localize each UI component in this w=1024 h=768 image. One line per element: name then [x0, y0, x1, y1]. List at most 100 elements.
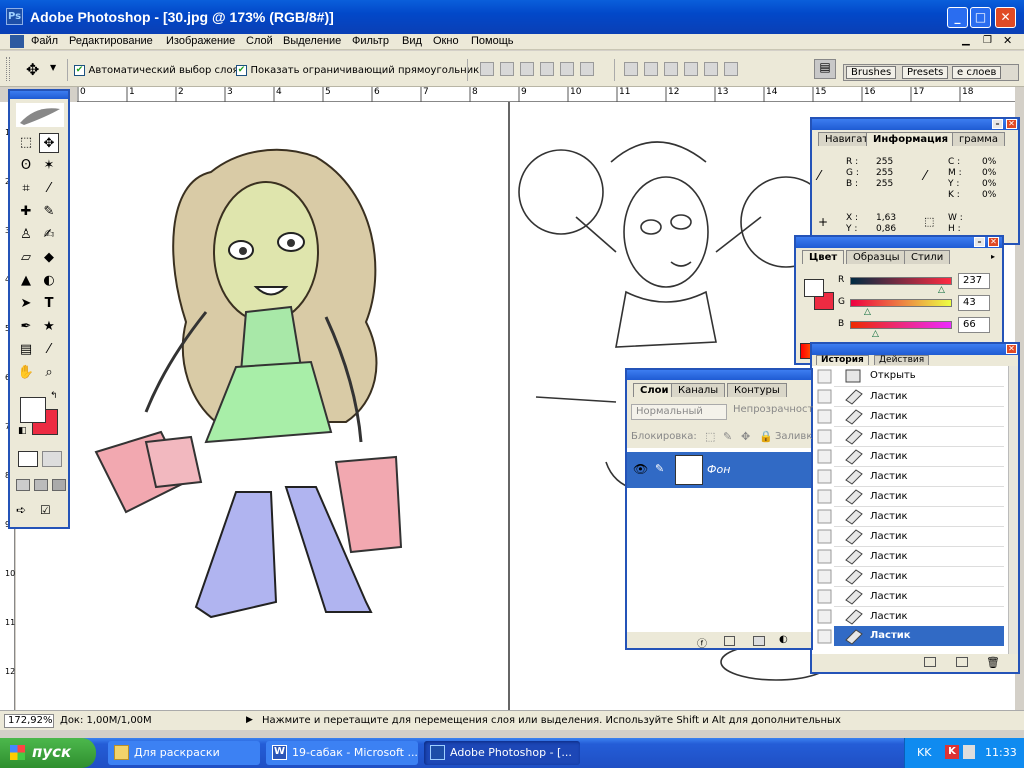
tab-channels[interactable]: Каналы [671, 383, 726, 397]
doc-close-icon[interactable]: ✕ [1003, 34, 1012, 47]
layer-mask-icon[interactable] [724, 636, 735, 646]
tab-swatches[interactable]: Образцы [846, 250, 907, 264]
zoom-field[interactable]: 172,92% [4, 714, 54, 728]
menu-window[interactable]: Окно [433, 35, 459, 47]
palette-tab-presets[interactable]: Presets [902, 66, 949, 79]
tab-layers[interactable]: Слои [633, 383, 676, 397]
magic-wand-tool-icon[interactable]: ✶ [39, 156, 59, 176]
grip-handle[interactable] [6, 57, 10, 81]
layer-row-background[interactable]: 👁 ✎ Фон [627, 452, 811, 488]
history-item[interactable]: Ластик [834, 406, 1004, 426]
history-item[interactable]: Ластик [834, 566, 1004, 586]
r-slider[interactable] [850, 277, 952, 285]
zoom-tool-icon[interactable]: ⌕ [39, 363, 59, 383]
slice-tool-icon[interactable]: ⁄ [39, 179, 59, 199]
new-set-icon[interactable] [753, 636, 765, 646]
align-vcenter-icon[interactable] [500, 62, 514, 76]
auto-select-option[interactable]: ✔ Автоматический выбор слоя [74, 63, 239, 76]
b-slider-thumb-icon[interactable]: △ [872, 329, 879, 339]
notes-tool-icon[interactable]: ▤ [16, 340, 36, 360]
distribute-vcenter-icon[interactable] [644, 62, 658, 76]
auto-select-checkbox[interactable]: ✔ [74, 64, 85, 76]
tab-styles[interactable]: Стили [904, 250, 951, 264]
foreground-color-swatch[interactable] [20, 397, 46, 423]
lasso-tool-icon[interactable]: ʘ [16, 156, 36, 176]
lock-pixels-icon[interactable]: ✎ [723, 430, 732, 443]
minimize-icon[interactable]: – [974, 237, 985, 247]
close-icon[interactable]: ✕ [1006, 119, 1017, 129]
align-right-icon[interactable] [580, 62, 594, 76]
swap-colors-icon[interactable]: ↰ [50, 391, 58, 401]
history-item[interactable]: Ластик [834, 426, 1004, 446]
align-left-icon[interactable] [540, 62, 554, 76]
history-item[interactable]: Ластик [834, 606, 1004, 626]
screen-mode-full-menu-icon[interactable] [34, 479, 48, 491]
history-item-selected[interactable]: Ластик [834, 626, 1004, 646]
eyedropper-tool-icon[interactable]: ⁄ [39, 340, 59, 360]
b-slider[interactable] [850, 321, 952, 329]
menu-file[interactable]: Файл [31, 35, 58, 47]
type-tool-icon[interactable]: T [39, 294, 59, 314]
eraser-tool-icon[interactable]: ▱ [16, 248, 36, 268]
b-input[interactable]: 66 [958, 317, 990, 333]
play-icon[interactable]: ▶ [246, 715, 253, 725]
r-slider-thumb-icon[interactable]: △ [938, 285, 945, 295]
lock-all-icon[interactable]: 🔒 [759, 430, 773, 443]
menu-view[interactable]: Вид [402, 35, 422, 47]
pen-tool-icon[interactable]: ✒ [16, 317, 36, 337]
trash-icon[interactable]: 🗑 [986, 656, 1000, 669]
panel-menu-icon[interactable]: ▸ [991, 252, 995, 261]
align-hcenter-icon[interactable] [560, 62, 574, 76]
task-folder[interactable]: Для раскраски [108, 741, 260, 765]
path-select-icon[interactable]: ➤ [16, 294, 36, 314]
distribute-left-icon[interactable] [684, 62, 698, 76]
distribute-hcenter-icon[interactable] [704, 62, 718, 76]
paint-bucket-icon[interactable]: ◆ [39, 248, 59, 268]
tab-actions[interactable]: Действия [874, 355, 930, 365]
history-item[interactable]: Ластик [834, 466, 1004, 486]
g-slider-thumb-icon[interactable]: △ [864, 307, 871, 317]
show-bounds-checkbox[interactable]: ✔ [236, 64, 247, 76]
clone-stamp-icon[interactable]: ♙ [16, 225, 36, 245]
menu-filter[interactable]: Фильтр [352, 35, 389, 47]
clock[interactable]: 11:33 [985, 746, 1017, 759]
palette-tab-brushes[interactable]: Brushes [846, 66, 897, 79]
minimize-icon[interactable]: – [992, 119, 1003, 129]
screen-mode-full-icon[interactable] [52, 479, 66, 491]
distribute-top-icon[interactable] [624, 62, 638, 76]
tab-history[interactable]: История [816, 355, 869, 365]
snapshot-icon[interactable] [956, 657, 968, 667]
align-top-icon[interactable] [480, 62, 494, 76]
tab-info[interactable]: Информация [866, 132, 955, 146]
close-button[interactable]: ✕ [995, 7, 1016, 28]
quick-mask-icon[interactable] [42, 451, 62, 467]
maximize-button[interactable]: □ [970, 7, 991, 28]
hand-tool-icon[interactable]: ✋ [16, 363, 36, 383]
brush-tool-icon[interactable]: ✎ [39, 202, 59, 222]
history-item-open[interactable]: Открыть [834, 366, 1004, 386]
new-document-icon[interactable] [924, 657, 936, 667]
file-browser-icon[interactable]: ▤ [814, 59, 836, 79]
history-item[interactable]: Ластик [834, 506, 1004, 526]
distribute-right-icon[interactable] [724, 62, 738, 76]
marquee-tool-icon[interactable]: ⬚ [16, 133, 36, 153]
g-input[interactable]: 43 [958, 295, 990, 311]
default-colors-icon[interactable]: ◧ [18, 426, 27, 436]
language-indicator[interactable]: KK [917, 746, 931, 759]
layer-style-icon[interactable]: ⓕ [697, 635, 707, 650]
minimize-button[interactable]: _ [947, 7, 968, 28]
foreground-swatch[interactable] [804, 279, 824, 297]
history-item[interactable]: Ластик [834, 486, 1004, 506]
task-word[interactable]: W 19-сабак - Microsoft ... [266, 741, 418, 765]
menu-layer[interactable]: Слой [246, 35, 273, 47]
g-slider[interactable] [850, 299, 952, 307]
task-photoshop[interactable]: Adobe Photoshop - [... [424, 741, 580, 765]
dodge-tool-icon[interactable]: ◐ [39, 271, 59, 291]
distribute-bottom-icon[interactable] [664, 62, 678, 76]
blur-tool-icon[interactable]: ▲ [16, 271, 36, 291]
menu-edit[interactable]: Редактирование [69, 35, 153, 47]
healing-brush-icon[interactable]: ✚ [16, 202, 36, 222]
lock-position-icon[interactable]: ✥ [741, 430, 750, 443]
move-tool-icon[interactable]: ✥ [39, 133, 59, 153]
history-item[interactable]: Ластик [834, 446, 1004, 466]
